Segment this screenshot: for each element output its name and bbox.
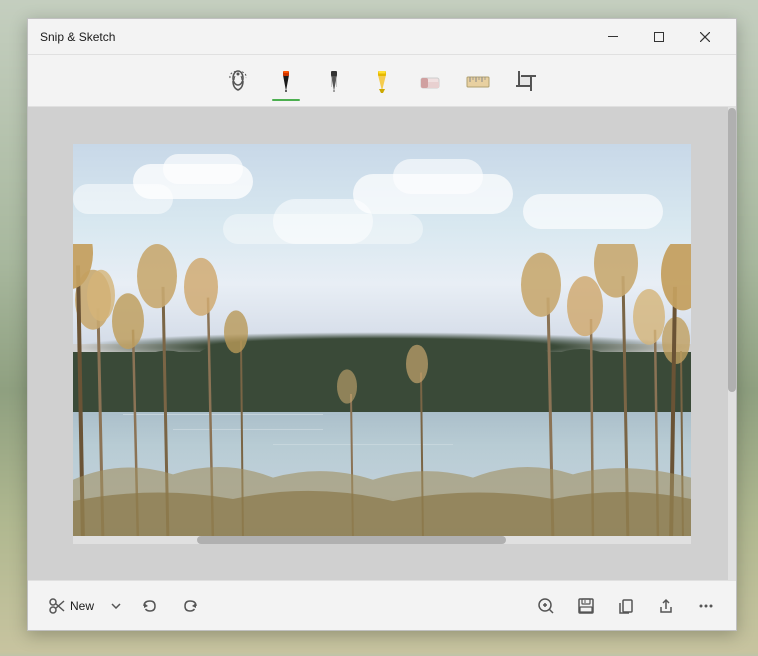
more-options-button[interactable] xyxy=(688,588,724,624)
photo xyxy=(73,144,691,544)
close-button[interactable] xyxy=(682,19,728,55)
cloud-3 xyxy=(523,194,663,229)
highlighter-tool[interactable] xyxy=(360,59,404,103)
titlebar: Snip & Sketch xyxy=(28,19,736,55)
scrollbar-vertical[interactable] xyxy=(728,107,736,580)
new-snip-button[interactable]: New xyxy=(40,588,100,624)
cloud-1b xyxy=(163,154,243,184)
treeline xyxy=(73,352,691,412)
scrollbar-v-thumb[interactable] xyxy=(728,108,736,392)
minimize-button[interactable] xyxy=(590,19,636,55)
shimmer-1 xyxy=(123,414,323,415)
share-button[interactable] xyxy=(648,588,684,624)
water xyxy=(73,404,691,544)
cloud-2b xyxy=(393,159,483,194)
copy-icon xyxy=(616,596,636,616)
touch-writing-tool[interactable] xyxy=(216,59,260,103)
zoom-in-icon xyxy=(536,596,556,616)
image-canvas[interactable] xyxy=(73,144,691,544)
window-title: Snip & Sketch xyxy=(36,30,590,44)
water-reflection xyxy=(73,404,691,544)
redo-button[interactable] xyxy=(172,588,208,624)
pencil-tool[interactable] xyxy=(312,59,356,103)
chevron-down-icon xyxy=(111,603,121,609)
bottom-toolbar: New xyxy=(28,580,736,630)
shimmer-2 xyxy=(173,429,323,430)
new-dropdown-button[interactable] xyxy=(104,588,128,624)
ruler-tool[interactable] xyxy=(456,59,500,103)
undo-button[interactable] xyxy=(132,588,168,624)
zoom-in-button[interactable] xyxy=(528,588,564,624)
ballpoint-pen-tool[interactable] xyxy=(264,59,308,103)
copy-button[interactable] xyxy=(608,588,644,624)
scrollbar-horizontal[interactable] xyxy=(73,536,691,544)
new-button-label: New xyxy=(70,599,94,613)
scissors-icon xyxy=(48,597,66,615)
sky xyxy=(73,144,691,344)
maximize-button[interactable] xyxy=(636,19,682,55)
save-button[interactable] xyxy=(568,588,604,624)
redo-icon xyxy=(181,597,199,615)
shimmer-3 xyxy=(273,444,453,445)
cloud-5 xyxy=(273,199,373,244)
crop-tool[interactable] xyxy=(504,59,548,103)
more-icon xyxy=(696,596,716,616)
window-controls xyxy=(590,19,728,55)
eraser-tool[interactable] xyxy=(408,59,452,103)
save-icon xyxy=(576,596,596,616)
share-icon xyxy=(656,596,676,616)
snip-sketch-window: Snip & Sketch xyxy=(27,18,737,631)
cloud-6 xyxy=(73,184,173,214)
canvas-area xyxy=(28,107,736,580)
scrollbar-h-thumb[interactable] xyxy=(197,536,506,544)
toolbar xyxy=(28,55,736,107)
undo-icon xyxy=(141,597,159,615)
